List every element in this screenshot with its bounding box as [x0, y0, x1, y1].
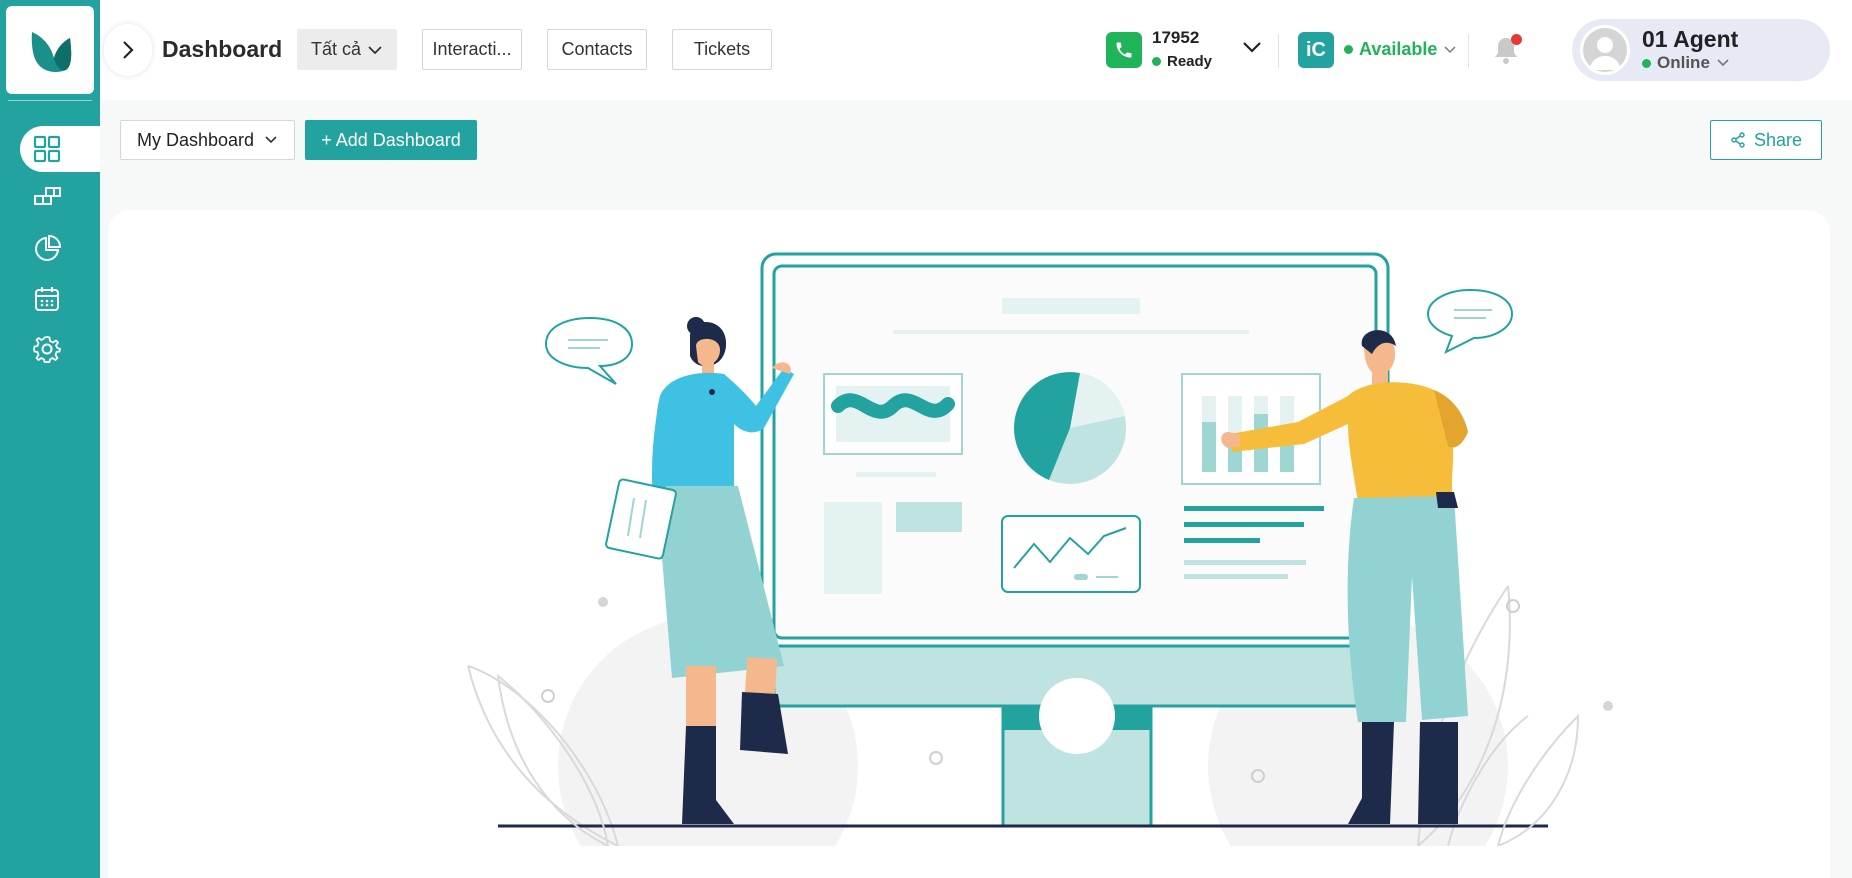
blocks-icon [34, 187, 61, 205]
agent-name: 01 Agent [1642, 26, 1739, 52]
chevron-right-icon [123, 41, 134, 59]
online-dot [1642, 58, 1651, 68]
agent-profile-menu[interactable]: 01 Agent Online [1572, 19, 1830, 81]
sidebar-divider [8, 100, 92, 101]
phone-status-label: Ready [1167, 53, 1213, 70]
notification-badge [1511, 34, 1522, 45]
phone-button[interactable] [1106, 32, 1142, 68]
sidebar-item-calendar[interactable] [20, 276, 100, 322]
sidebar-item-dashboard[interactable] [20, 126, 100, 172]
tab-contacts[interactable]: Contacts [547, 29, 647, 70]
share-icon [1731, 132, 1745, 148]
sidebar [0, 0, 100, 878]
ready-dot [1152, 57, 1161, 66]
chevron-down-icon [1444, 45, 1456, 53]
avatar [1580, 25, 1630, 75]
add-dashboard-button[interactable]: + Add Dashboard [305, 120, 477, 160]
pie-chart-icon [35, 234, 62, 261]
page-title: Dashboard [162, 36, 283, 62]
gear-icon [33, 336, 61, 363]
chevron-down-icon [368, 45, 382, 54]
leaf-logo-icon [31, 32, 72, 72]
sidebar-toggle-button[interactable] [104, 24, 152, 76]
grid-icon [33, 135, 61, 163]
phone-icon [1116, 42, 1132, 58]
header-divider [1468, 34, 1469, 68]
phone-status: Ready [1152, 53, 1212, 70]
available-dot [1344, 45, 1353, 54]
app-logo[interactable] [6, 6, 94, 94]
tab-label: Interacti... [432, 39, 512, 59]
sidebar-item-settings[interactable] [20, 326, 100, 372]
tab-label: Contacts [561, 39, 633, 59]
calendar-icon [35, 287, 59, 311]
share-button[interactable]: Share [1710, 120, 1822, 160]
chevron-down-icon [1243, 42, 1261, 53]
agent-status: Online [1642, 53, 1730, 73]
ic-logo-icon: iC [1298, 32, 1334, 68]
presence-dropdown[interactable]: Available [1344, 39, 1457, 60]
user-avatar-icon [1589, 37, 1621, 70]
agent-status-label: Online [1657, 53, 1710, 72]
sidebar-item-reports[interactable] [20, 226, 100, 272]
dashboard-canvas [108, 210, 1830, 878]
chevron-down-icon [1717, 59, 1729, 67]
tab-tickets[interactable]: Tickets [672, 29, 772, 70]
tab-label: Tickets [693, 39, 751, 59]
chevron-down-icon [265, 136, 277, 144]
header-divider [1278, 34, 1279, 68]
presence-label: Available [1359, 39, 1438, 59]
dashboard-select-label: My Dashboard [136, 129, 255, 150]
dashboard-select[interactable]: My Dashboard [120, 120, 295, 160]
share-label: Share [1753, 129, 1803, 150]
phone-dropdown-button[interactable] [1242, 40, 1262, 59]
tab-interactions[interactable]: Interacti... [422, 29, 522, 70]
sidebar-item-widgets[interactable] [20, 175, 100, 221]
filter-dropdown[interactable]: Tất cả [297, 29, 397, 70]
extension-number: 17952 [1152, 28, 1200, 47]
filter-label: Tất cả [310, 39, 362, 59]
empty-dashboard-illustration [467, 252, 1613, 846]
